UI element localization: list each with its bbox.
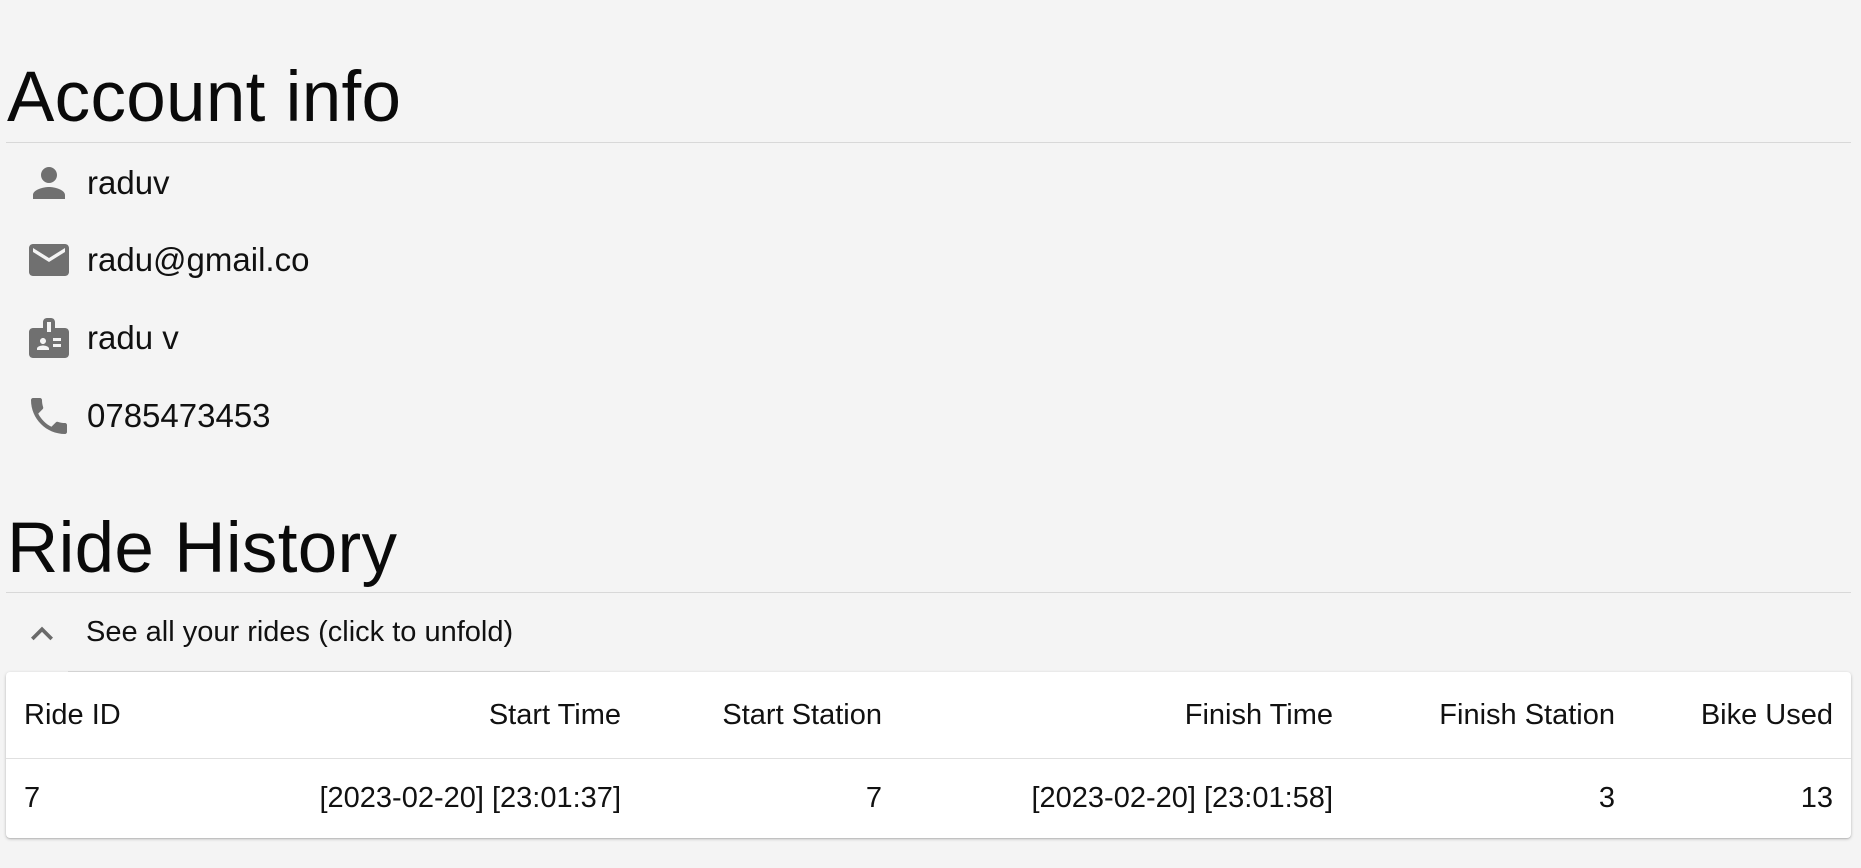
cell-finish-station: 3 xyxy=(1598,782,1615,814)
column-header-finish-station: Finish Station xyxy=(1351,672,1633,759)
column-header-bike-used: Bike Used xyxy=(1633,672,1851,759)
rides-table-card: Ride ID Start Time Start Station Finish … xyxy=(6,672,1851,838)
email-value: radu@gmail.co xyxy=(87,241,310,278)
cell-ride-id: 7 xyxy=(24,782,41,814)
phone-value: 0785473453 xyxy=(87,397,271,434)
table-header-row: Ride ID Start Time Start Station Finish … xyxy=(6,672,1851,759)
column-header-finish-time: Finish Time xyxy=(900,672,1351,759)
column-header-start-station: Start Station xyxy=(639,672,900,759)
ride-history-divider xyxy=(6,592,1851,593)
cell-bike-used: 13 xyxy=(1800,782,1833,814)
chevron-up-icon xyxy=(20,612,64,656)
account-divider xyxy=(6,142,1851,143)
column-header-ride-id: Ride ID xyxy=(6,672,128,759)
column-header-start-time: Start Time xyxy=(128,672,639,759)
account-page: Account info raduv radu@gmail.co radu v … xyxy=(0,0,1861,868)
person-icon xyxy=(25,159,73,207)
ride-history-title: Ride History xyxy=(7,509,398,588)
username-value: raduv xyxy=(87,164,170,201)
rides-accordion-label: See all your rides (click to unfold) xyxy=(86,616,514,648)
rides-table: Ride ID Start Time Start Station Finish … xyxy=(6,672,1851,838)
cell-finish-time: [2023-02-20] [23:01:58] xyxy=(1031,782,1333,814)
account-info-title: Account info xyxy=(7,58,402,137)
phone-icon xyxy=(25,392,73,440)
cell-start-time: [2023-02-20] [23:01:37] xyxy=(319,782,621,814)
badge-icon xyxy=(25,314,73,362)
full-name-value: radu v xyxy=(87,319,179,356)
table-row: 7 [2023-02-20] [23:01:37] 7 [2023-02-20]… xyxy=(6,759,1851,839)
rides-accordion-toggle[interactable]: See all your rides (click to unfold) xyxy=(6,602,546,668)
mail-icon xyxy=(25,236,73,284)
cell-start-station: 7 xyxy=(865,782,882,814)
